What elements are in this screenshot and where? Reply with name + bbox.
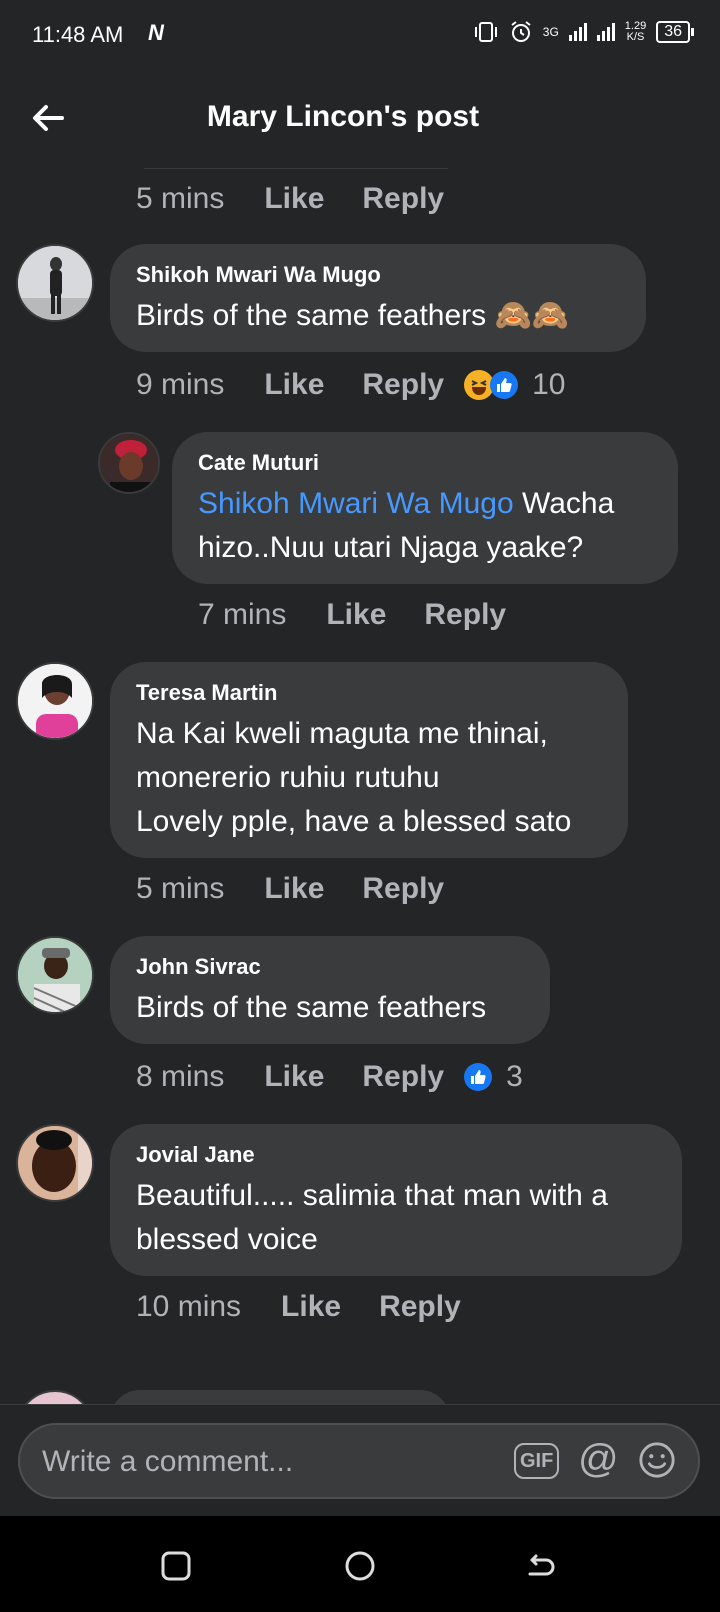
reply-button[interactable]: Reply [362,872,444,906]
see-no-evil-monkey-icon: 🙈 [531,299,570,332]
comment-input[interactable]: Write a comment... GIF @ [18,1423,700,1499]
comment-time: 8 mins [136,1060,225,1093]
reply-button[interactable]: Reply [362,1060,444,1094]
comment-bubble[interactable]: Shikoh Mwari Wa Mugo Birds of the same f… [110,244,646,352]
comment-bubble[interactable]: Jovial Jane Beautiful..... salimia that … [110,1124,682,1276]
carrier-logo: N [148,20,164,45]
comment-time: 10 mins [136,1290,242,1323]
gif-button[interactable]: GIF [514,1443,560,1479]
like-reaction-icon [490,371,519,399]
reaction-count: 10 [532,368,566,401]
comment-author[interactable]: Teresa Martin [136,680,602,706]
avatar-image [100,434,158,492]
reply-button[interactable]: Reply [424,598,506,632]
comment-author[interactable]: Jovial Jane [136,1142,656,1168]
avatar[interactable] [16,1124,94,1202]
comment-text: Beautiful..... salimia that man with a b… [136,1179,608,1256]
comment-meta: 5 mins Like Reply [136,872,482,906]
vibrate-icon [474,22,497,42]
recent-apps-icon[interactable] [160,1550,192,1582]
comment-text: Birds of the same feathers 🙈🙈 [136,299,570,332]
reply-button[interactable]: Reply [362,182,444,216]
comment-author[interactable]: John Sivrac [136,954,524,980]
status-bar: 11:48 AM N 3G 1.29 K/S 36 [0,0,720,72]
comment-text: Na Kai kweli maguta me thinai, monererio… [136,717,572,838]
reply-button[interactable]: Reply [379,1290,461,1324]
comment-text: Shikoh Mwari Wa Mugo Wacha hizo..Nuu uta… [198,487,615,564]
system-nav-bar [0,1516,720,1612]
reaction-summary[interactable]: 3 [464,1060,523,1094]
reply-button[interactable]: Reply [362,368,444,402]
comment-bubble[interactable]: Teresa Martin Na Kai kweli maguta me thi… [110,662,628,858]
comment-meta: 5 mins Like Reply [136,182,482,216]
signal-icon-2 [596,23,615,41]
reaction-summary[interactable]: 10 [464,368,565,402]
comment-meta: 8 mins Like Reply 3 [136,1060,523,1094]
status-time: 11:48 AM [32,22,124,47]
battery-icon: 36 [656,21,694,43]
avatar[interactable] [16,244,94,322]
comment-bubble[interactable]: John Sivrac Birds of the same feathers [110,936,550,1044]
comment-meta: 7 mins Like Reply [198,598,544,632]
comment-time: 7 mins [198,598,287,631]
comment-meta: 9 mins Like Reply 10 [136,368,565,402]
back-nav-icon[interactable] [524,1550,556,1582]
comment-meta: 10 mins Like Reply [136,1290,499,1324]
alarm-icon [511,21,531,42]
like-button[interactable]: Like [264,872,324,906]
comment-placeholder: Write a comment... [42,1445,294,1478]
like-reaction-icon [464,1063,493,1091]
avatar-image [18,246,92,320]
network-type: 3G [542,25,559,39]
page-title: Mary Lincon's post [206,100,480,133]
comment-time: 5 mins [136,872,225,905]
like-button[interactable]: Like [264,182,324,216]
home-icon[interactable] [344,1550,376,1582]
mention-link[interactable]: Shikoh Mwari Wa Mugo [198,487,514,520]
comment-time: 9 mins [136,368,225,401]
status-icons: 3G 1.29 K/S 36 [473,20,694,44]
comment-author[interactable]: Shikoh Mwari Wa Mugo [136,262,620,288]
mention-button[interactable]: @ [578,1437,619,1481]
avatar-image [18,1126,92,1200]
avatar[interactable] [16,936,94,1014]
comment-time: 5 mins [136,182,225,215]
post-header: Mary Lincon's post [0,72,720,168]
comment-text: Birds of the same feathers [136,991,487,1024]
like-button[interactable]: Like [264,368,324,402]
avatar[interactable] [16,662,94,740]
comment-author[interactable]: Cate Muturi [198,450,652,476]
like-button[interactable]: Like [281,1290,341,1324]
comment-composer: Write a comment... GIF @ [0,1404,720,1517]
avatar-image [18,938,92,1012]
like-button[interactable]: Like [264,1060,324,1094]
divider [144,168,448,169]
see-no-evil-monkey-icon: 🙈 [494,299,532,332]
comment-bubble[interactable]: Cate Muturi Shikoh Mwari Wa Mugo Wacha h… [172,432,678,584]
emoji-icon[interactable] [638,1441,676,1479]
network-speed: 1.29 K/S [624,20,647,43]
avatar[interactable] [98,432,160,494]
like-button[interactable]: Like [326,598,386,632]
reaction-count: 3 [506,1060,523,1093]
avatar-image [18,664,92,738]
signal-icon [568,23,587,41]
